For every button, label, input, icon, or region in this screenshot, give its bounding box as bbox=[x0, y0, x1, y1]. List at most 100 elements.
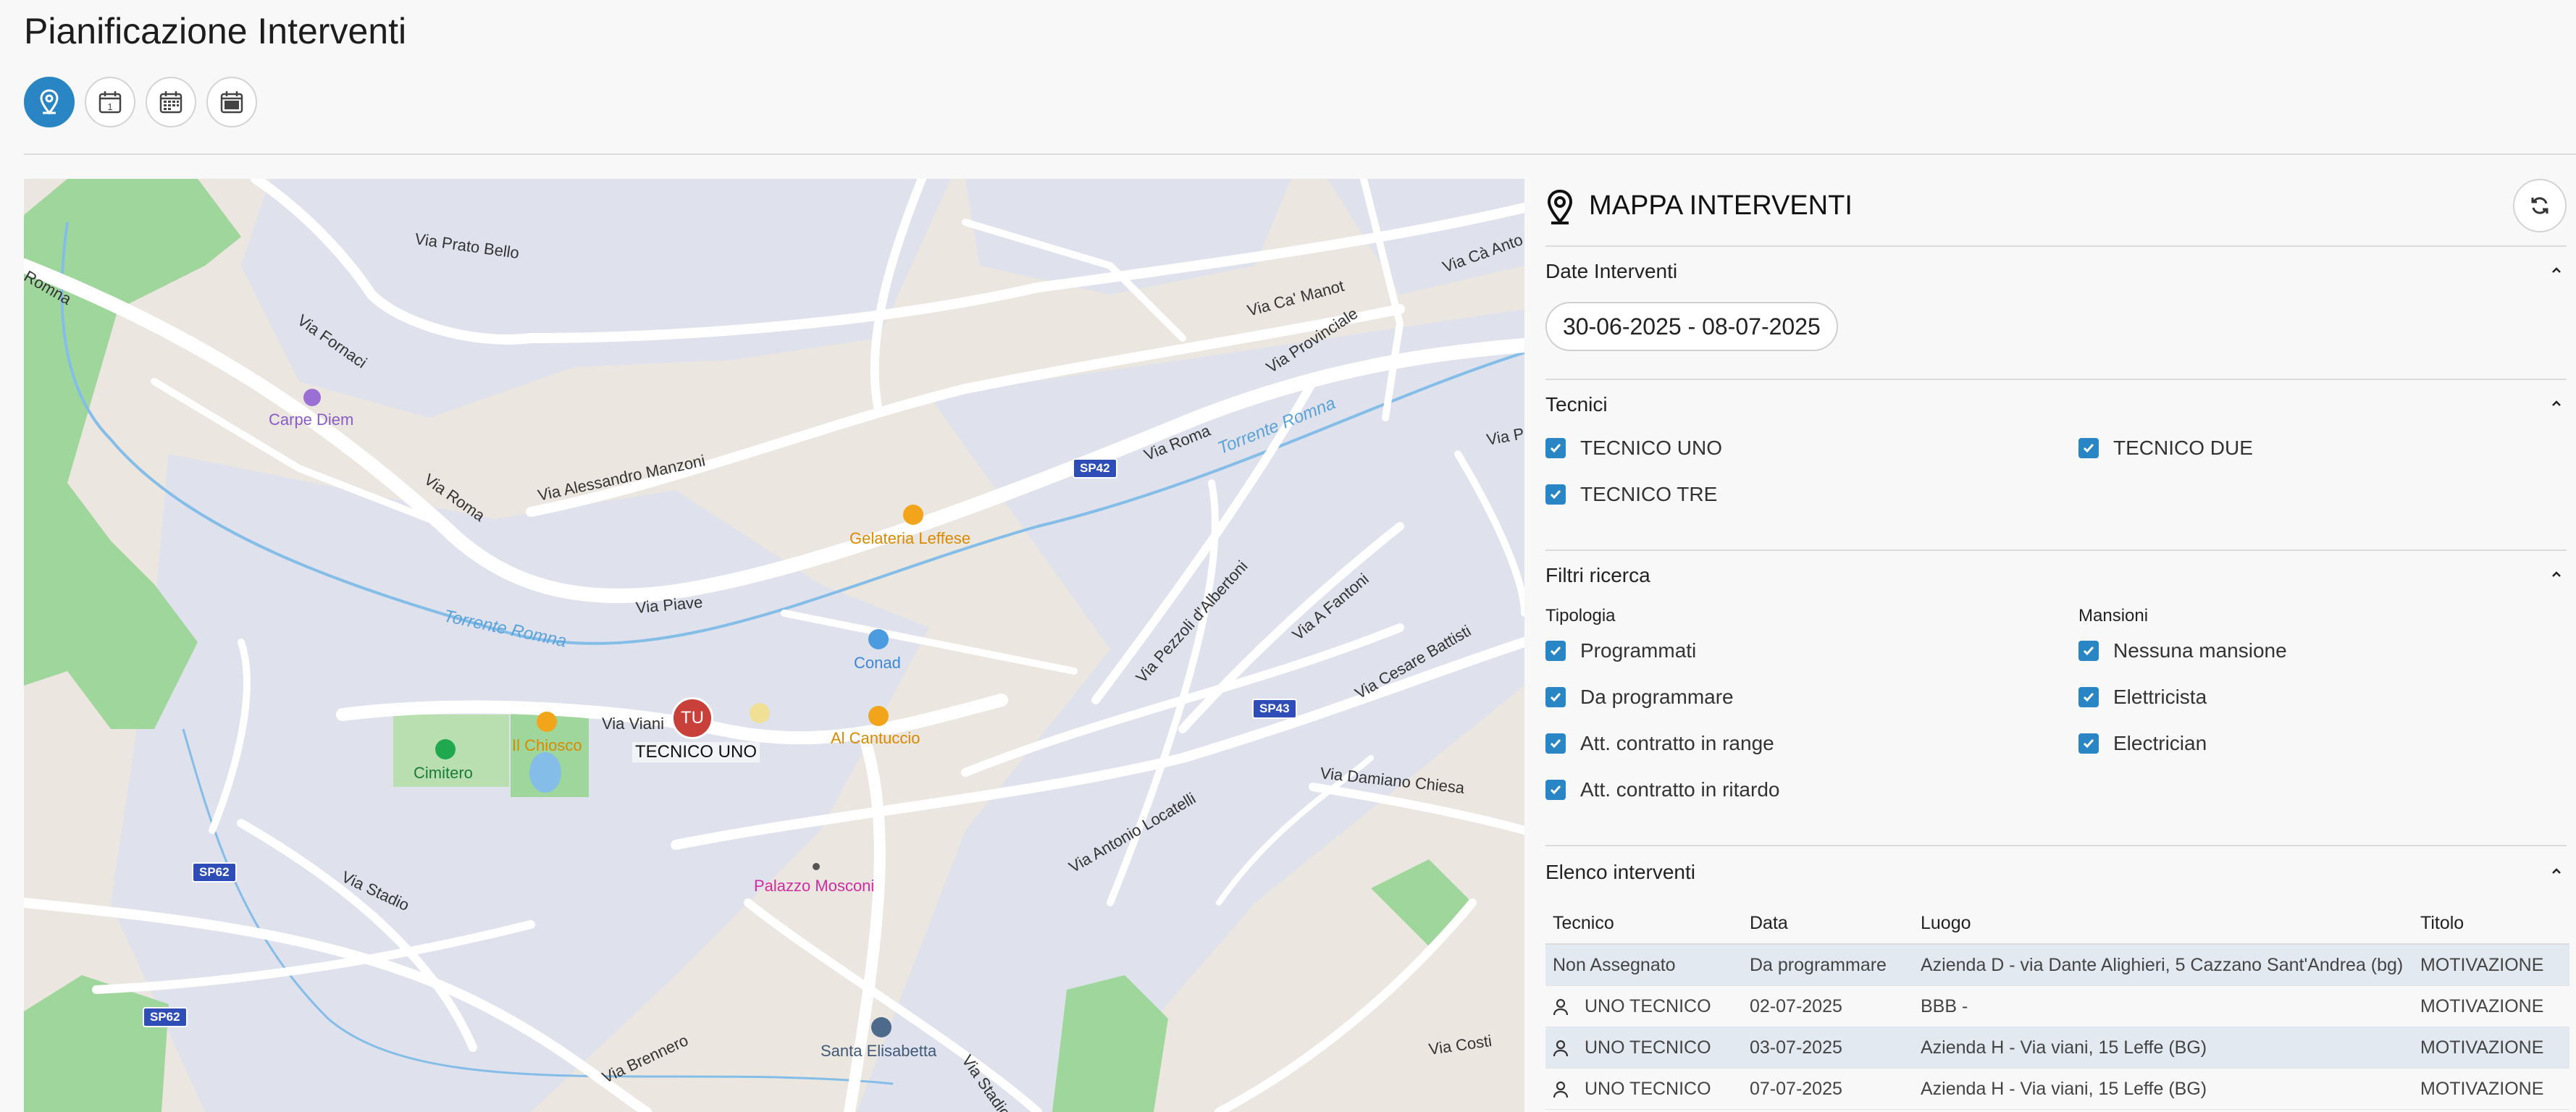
tecnici-section-header[interactable]: Tecnici bbox=[1545, 393, 2567, 416]
elenco-section-header[interactable]: Elenco interventi bbox=[1545, 861, 2567, 884]
filtri-section-header[interactable]: Filtri ricerca bbox=[1545, 564, 2567, 587]
cell-titolo: MOTIVAZIONE bbox=[2413, 1027, 2569, 1069]
refresh-button[interactable] bbox=[2513, 179, 2567, 232]
tecnico-name: UNO TECNICO bbox=[1585, 1037, 1711, 1058]
tipologia-checkbox[interactable]: Da programmare bbox=[1545, 686, 1734, 709]
calendar-nov-icon bbox=[220, 91, 243, 114]
refresh-icon bbox=[2531, 197, 2548, 214]
column-header[interactable]: Titolo bbox=[2413, 903, 2569, 945]
map-canvas[interactable]: Via Prato Bello Romna Via Fornaci Via Ro… bbox=[24, 179, 1524, 1112]
column-header[interactable]: Tecnico bbox=[1545, 903, 1742, 945]
panel-title: MAPPA INTERVENTI bbox=[1589, 190, 1853, 221]
interventions-table: Tecnico Data Luogo Titolo Non Assegnato … bbox=[1545, 903, 2569, 1110]
cell-data: Da programmare bbox=[1742, 944, 1913, 986]
checkbox-checked-icon bbox=[2078, 687, 2099, 707]
filtri-section-title: Filtri ricerca bbox=[1545, 564, 1650, 586]
calendar-month-icon bbox=[159, 91, 182, 114]
svg-text:1: 1 bbox=[107, 101, 112, 112]
tipologia-option-label: Programmati bbox=[1580, 639, 1697, 662]
road-shield: SP43 bbox=[1252, 699, 1297, 719]
mansione-option-label: Electrician bbox=[2113, 732, 2207, 754]
poi-al-cantuccio[interactable]: Al Cantuccio bbox=[831, 729, 920, 748]
cell-luogo: Azienda H - Via viani, 15 Leffe (BG) bbox=[1913, 1027, 2413, 1069]
road-shield: SP42 bbox=[1073, 458, 1117, 479]
tecnico-label: TECNICO TRE bbox=[1580, 483, 1718, 505]
column-header[interactable]: Data bbox=[1742, 903, 1913, 945]
tipologia-option-label: Att. contratto in ritardo bbox=[1580, 778, 1780, 801]
cell-titolo: MOTIVAZIONE bbox=[2413, 985, 2569, 1027]
user-icon bbox=[1553, 1081, 1569, 1098]
section-divider bbox=[1545, 379, 2567, 380]
tipologia-option-label: Att. contratto in range bbox=[1580, 732, 1774, 754]
panel-header: MAPPA INTERVENTI bbox=[1545, 179, 2567, 247]
road-shield: SP62 bbox=[143, 1007, 188, 1027]
mansione-checkbox[interactable]: Elettricista bbox=[2078, 686, 2207, 709]
tecnico-checkbox[interactable]: TECNICO UNO bbox=[1545, 437, 1722, 460]
mansione-checkbox[interactable]: Electrician bbox=[2078, 732, 2207, 755]
cell-luogo: BBB - bbox=[1913, 985, 2413, 1027]
map-tiles bbox=[24, 179, 1524, 1112]
technician-marker[interactable]: TU bbox=[671, 697, 713, 739]
mansione-option-label: Nessuna mansione bbox=[2113, 639, 2287, 662]
mansioni-label: Mansioni bbox=[2078, 606, 2149, 626]
tipologia-checkbox[interactable]: Att. contratto in ritardo bbox=[1545, 778, 1779, 801]
section-divider bbox=[1545, 549, 2567, 551]
cell-tecnico: UNO TECNICO bbox=[1545, 985, 1742, 1027]
table-row[interactable]: UNO TECNICO 07-07-2025 Azienda H - Via v… bbox=[1545, 1068, 2569, 1110]
day-view-button[interactable]: 1 bbox=[85, 77, 135, 127]
table-row[interactable]: UNO TECNICO 02-07-2025 BBB - MOTIVAZIONE bbox=[1545, 985, 2569, 1027]
cell-titolo: MOTIVAZIONE bbox=[2413, 944, 2569, 986]
tecnico-label: TECNICO UNO bbox=[1580, 437, 1722, 459]
checkbox-checked-icon bbox=[1545, 484, 1566, 505]
poi-conad[interactable]: Conad bbox=[854, 654, 901, 673]
date-section-header[interactable]: Date Interventi bbox=[1545, 260, 2567, 283]
month-view-button[interactable] bbox=[146, 77, 196, 127]
poi-gelateria[interactable]: Gelateria Leffese bbox=[849, 529, 970, 548]
tecnico-checkbox[interactable]: TECNICO TRE bbox=[1545, 483, 1717, 506]
checkbox-checked-icon bbox=[2078, 438, 2099, 458]
elenco-section-title: Elenco interventi bbox=[1545, 861, 1696, 883]
poi-santa-elisabetta[interactable]: Santa Elisabetta bbox=[821, 1042, 936, 1061]
user-icon bbox=[1553, 998, 1569, 1015]
poi-il-chiosco[interactable]: Il Chiosco bbox=[512, 736, 582, 755]
map-view-button[interactable] bbox=[24, 77, 75, 127]
checkbox-checked-icon bbox=[1545, 641, 1566, 661]
table-header-row: Tecnico Data Luogo Titolo bbox=[1545, 903, 2569, 945]
tipologia-checkbox[interactable]: Programmati bbox=[1545, 639, 1696, 662]
poi-palazzo-mosconi[interactable]: Palazzo Mosconi bbox=[754, 877, 874, 896]
poi-carpe-diem[interactable]: Carpe Diem bbox=[269, 410, 353, 429]
chevron-up-icon bbox=[2552, 400, 2561, 406]
tecnico-checkbox[interactable]: TECNICO DUE bbox=[2078, 437, 2253, 460]
section-divider bbox=[1545, 845, 2567, 846]
mansione-option-label: Elettricista bbox=[2113, 686, 2207, 708]
checkbox-checked-icon bbox=[2078, 733, 2099, 754]
map-pin-icon bbox=[1547, 189, 1573, 224]
date-range-input[interactable]: 30-06-2025 - 08-07-2025 bbox=[1545, 302, 1838, 351]
cell-luogo: Azienda H - Via viani, 15 Leffe (BG) bbox=[1913, 1068, 2413, 1110]
tecnici-section-title: Tecnici bbox=[1545, 393, 1608, 416]
agenda-view-button[interactable] bbox=[206, 77, 257, 127]
street-label: Via Viani bbox=[602, 715, 665, 733]
calendar-day-icon: 1 bbox=[98, 91, 122, 114]
chevron-up-icon bbox=[2552, 267, 2561, 273]
interventions-panel: MAPPA INTERVENTI Date Interventi 30-06-2… bbox=[1545, 179, 2576, 1112]
tecnico-label: TECNICO DUE bbox=[2113, 437, 2253, 459]
poi-cimitero[interactable]: Cimitero bbox=[414, 764, 473, 783]
tipologia-option-label: Da programmare bbox=[1580, 686, 1734, 708]
tipologia-checkbox[interactable]: Att. contratto in range bbox=[1545, 732, 1774, 755]
chevron-up-icon bbox=[2552, 571, 2561, 577]
column-header[interactable]: Luogo bbox=[1913, 903, 2413, 945]
checkbox-checked-icon bbox=[1545, 733, 1566, 754]
checkbox-checked-icon bbox=[1545, 687, 1566, 707]
tipologia-label: Tipologia bbox=[1545, 606, 1616, 626]
mansione-checkbox[interactable]: Nessuna mansione bbox=[2078, 639, 2287, 662]
table-row[interactable]: UNO TECNICO 03-07-2025 Azienda H - Via v… bbox=[1545, 1027, 2569, 1069]
cell-data: 03-07-2025 bbox=[1742, 1027, 1913, 1069]
table-row[interactable]: Non Assegnato Da programmare Azienda D -… bbox=[1545, 944, 2569, 986]
cell-tecnico: Non Assegnato bbox=[1545, 944, 1742, 986]
cell-data: 02-07-2025 bbox=[1742, 985, 1913, 1027]
cell-luogo: Azienda D - via Dante Alighieri, 5 Cazza… bbox=[1913, 944, 2413, 986]
checkbox-checked-icon bbox=[2078, 641, 2099, 661]
date-section-title: Date Interventi bbox=[1545, 260, 1678, 282]
tecnico-name: UNO TECNICO bbox=[1585, 1078, 1711, 1099]
